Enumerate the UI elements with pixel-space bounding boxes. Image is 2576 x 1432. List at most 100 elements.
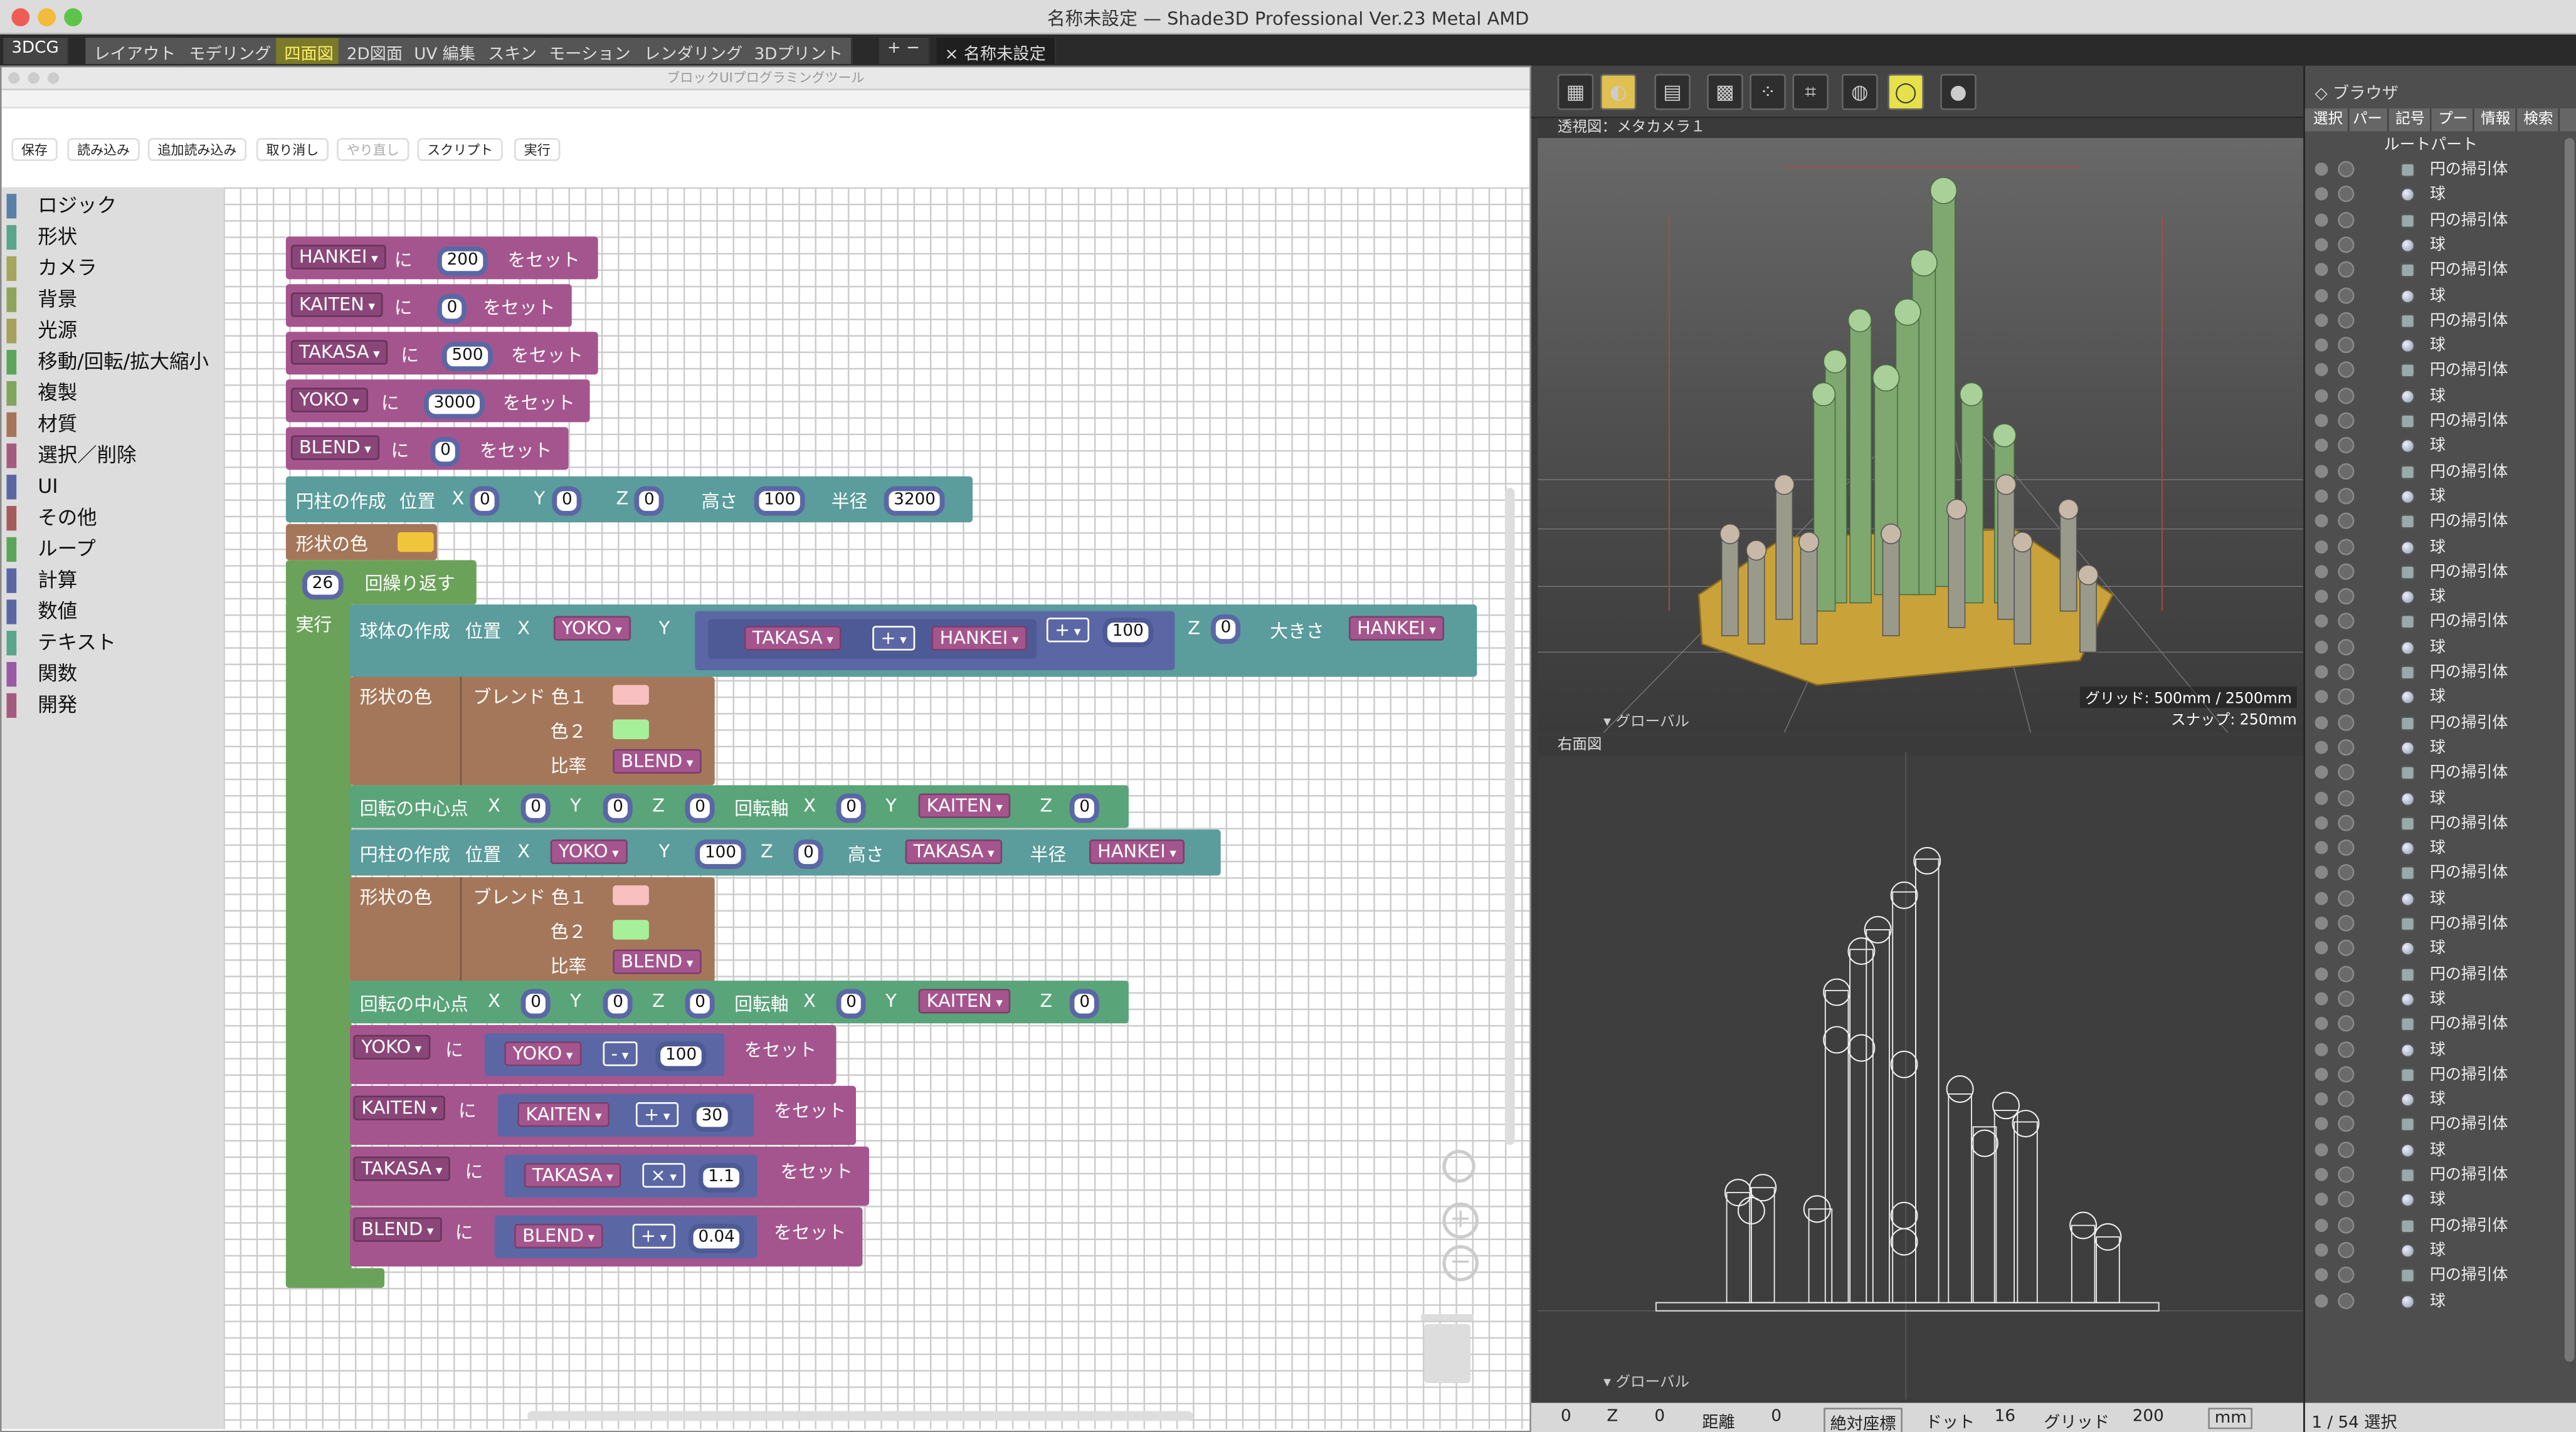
undo-button[interactable]: 取り消し	[256, 138, 329, 161]
visibility-dot-icon[interactable]	[2338, 1116, 2355, 1133]
variable-dropdown[interactable]: BLEND	[613, 949, 702, 974]
eye-icon[interactable]	[2315, 715, 2328, 729]
eye-icon[interactable]	[2315, 967, 2328, 981]
variable-dropdown[interactable]: YOKO	[550, 839, 627, 865]
add-expression-block[interactable]: TAKASA + HANKEI	[708, 619, 1037, 659]
visibility-dot-icon[interactable]	[2338, 1015, 2355, 1032]
eye-icon[interactable]	[2315, 288, 2328, 302]
operator-dropdown[interactable]: ×	[642, 1162, 685, 1188]
visibility-dot-icon[interactable]	[2338, 713, 2355, 730]
variable-dropdown[interactable]: BLEND	[353, 1217, 442, 1242]
global-toggle[interactable]: ▾ グローバル	[1603, 1370, 1689, 1391]
eye-icon[interactable]	[2315, 162, 2328, 176]
eye-icon[interactable]	[2315, 589, 2328, 603]
operator-dropdown[interactable]: +	[872, 626, 915, 651]
browser-item-row[interactable]: 円の掃引体	[2305, 258, 2568, 283]
visibility-dot-icon[interactable]	[2338, 764, 2355, 781]
eye-icon[interactable]	[2315, 338, 2328, 352]
visibility-dot-icon[interactable]	[2338, 688, 2355, 705]
editor-close-button[interactable]	[8, 72, 20, 84]
number-input[interactable]: 0	[520, 793, 551, 823]
grid-icon[interactable]: ▦	[1557, 73, 1594, 110]
eye-icon[interactable]	[2315, 866, 2328, 880]
visibility-dot-icon[interactable]	[2338, 739, 2355, 755]
browser-item-row[interactable]: 円の掃引体	[2305, 158, 2568, 182]
browser-item-row[interactable]: 球	[2305, 786, 2568, 811]
browser-item-row[interactable]: 球	[2305, 635, 2568, 660]
eye-icon[interactable]	[2315, 1243, 2328, 1257]
set-takasa-block[interactable]: TAKASA に 500 をセット	[285, 332, 598, 375]
browser-scrollbar[interactable]	[2564, 138, 2575, 1362]
browser-item-row[interactable]: 円の掃引体	[2305, 761, 2568, 786]
eye-icon[interactable]	[2315, 313, 2328, 327]
visibility-dot-icon[interactable]	[2338, 563, 2355, 580]
browser-item-row[interactable]: 球	[2305, 1038, 2568, 1062]
eye-icon[interactable]	[2315, 1017, 2328, 1031]
operator-dropdown[interactable]: +	[635, 1102, 678, 1127]
number-input[interactable]: 100	[1102, 618, 1154, 648]
visibility-dot-icon[interactable]	[2338, 1292, 2355, 1308]
browser-item-row[interactable]: 円の掃引体	[2305, 861, 2568, 886]
tab-four-view[interactable]: 四面図	[276, 38, 344, 65]
root-part-row[interactable]: ルートパート	[2305, 133, 2568, 157]
variable-dropdown[interactable]: YOKO	[504, 1041, 581, 1066]
visibility-dot-icon[interactable]	[2338, 287, 2355, 303]
visibility-dot-icon[interactable]	[2338, 814, 2355, 831]
tab-add-remove[interactable]: + −	[879, 38, 930, 65]
number-input[interactable]: 0	[836, 989, 867, 1019]
trash-icon[interactable]	[1424, 1324, 1470, 1384]
number-input[interactable]: 0	[1210, 614, 1242, 645]
rotation-center-block[interactable]: 回転の中心点 X 0 Y 0 Z 0 回転軸 X 0 Y KAITEN Z 0	[350, 785, 1129, 828]
visibility-dot-icon[interactable]	[2338, 865, 2355, 882]
unit-select[interactable]: mm	[2208, 1408, 2254, 1429]
variable-dropdown[interactable]: HANKEI	[931, 626, 1027, 651]
number-input[interactable]: 1.1	[698, 1162, 744, 1193]
category-transform[interactable]: 移動/回転/拡大縮小	[2, 347, 224, 378]
number-input[interactable]: 0	[793, 839, 824, 869]
browser-item-row[interactable]: 円の掃引体	[2305, 510, 2568, 534]
category-logic[interactable]: ロジック	[2, 191, 224, 222]
browser-item-row[interactable]: 円の掃引体	[2305, 1213, 2568, 1238]
browser-item-row[interactable]: 円の掃引体	[2305, 1163, 2568, 1187]
variable-dropdown[interactable]: KAITEN	[517, 1102, 610, 1127]
set-kaiten-block[interactable]: KAITEN に 0 をセット	[285, 284, 572, 327]
eye-icon[interactable]	[2315, 942, 2328, 955]
run-button[interactable]: 実行	[514, 138, 561, 161]
shape-color-blend-block[interactable]: 形状の色 ブレンド 色１ 色２ 比率 BLEND	[350, 877, 715, 982]
recenter-icon[interactable]	[1442, 1149, 1475, 1183]
browser-item-row[interactable]: 円の掃引体	[2305, 660, 2568, 685]
browser-item-row[interactable]: 円の掃引体	[2305, 912, 2568, 936]
set-yoko-expression-block[interactable]: YOKO に YOKO - 100 をセット	[350, 1024, 837, 1085]
eye-icon[interactable]	[2315, 1092, 2328, 1106]
horizontal-scrollbar[interactable]	[527, 1411, 1193, 1421]
visibility-dot-icon[interactable]	[2338, 1065, 2355, 1083]
eye-icon[interactable]	[2315, 564, 2328, 578]
subtract-expression-block[interactable]: YOKO - 100	[484, 1033, 725, 1077]
browser-item-row[interactable]: 円の掃引体	[2305, 308, 2568, 333]
radius-input[interactable]: 3200	[884, 486, 946, 516]
number-input[interactable]: 0	[436, 293, 468, 324]
tab-uv-edit[interactable]: UV 編集	[406, 38, 485, 65]
tab-motion[interactable]: モーション	[540, 38, 641, 65]
browser-tab-select[interactable]: 選択	[2308, 108, 2350, 132]
color-swatch[interactable]	[613, 719, 649, 739]
browser-item-row[interactable]: 球	[2305, 887, 2568, 911]
browser-item-row[interactable]: 球	[2305, 1238, 2568, 1263]
visibility-dot-icon[interactable]	[2338, 1166, 2355, 1183]
tab-document[interactable]: × 名称未設定	[936, 38, 1056, 65]
visibility-dot-icon[interactable]	[2338, 638, 2355, 655]
number-input[interactable]: 500	[441, 341, 494, 372]
visibility-dot-icon[interactable]	[2338, 412, 2355, 429]
visibility-dot-icon[interactable]	[2338, 1191, 2355, 1208]
rotation-center-block[interactable]: 回転の中心点 X 0 Y 0 Z 0 回転軸 X 0 Y KAITEN Z 0	[350, 981, 1129, 1024]
category-develop[interactable]: 開発	[2, 690, 224, 721]
right-view-viewport[interactable]: 右面図 ▾ グローバル	[1538, 735, 2304, 1400]
visibility-dot-icon[interactable]	[2338, 337, 2355, 354]
browser-item-row[interactable]: 球	[2305, 836, 2568, 861]
tab-3d-print[interactable]: 3Dプリント	[746, 38, 853, 65]
eye-icon[interactable]	[2315, 665, 2328, 679]
browser-item-row[interactable]: 球	[2305, 1188, 2568, 1213]
eye-icon[interactable]	[2315, 640, 2328, 653]
visibility-dot-icon[interactable]	[2338, 915, 2355, 932]
layout-icon[interactable]: ▤	[1654, 73, 1691, 110]
